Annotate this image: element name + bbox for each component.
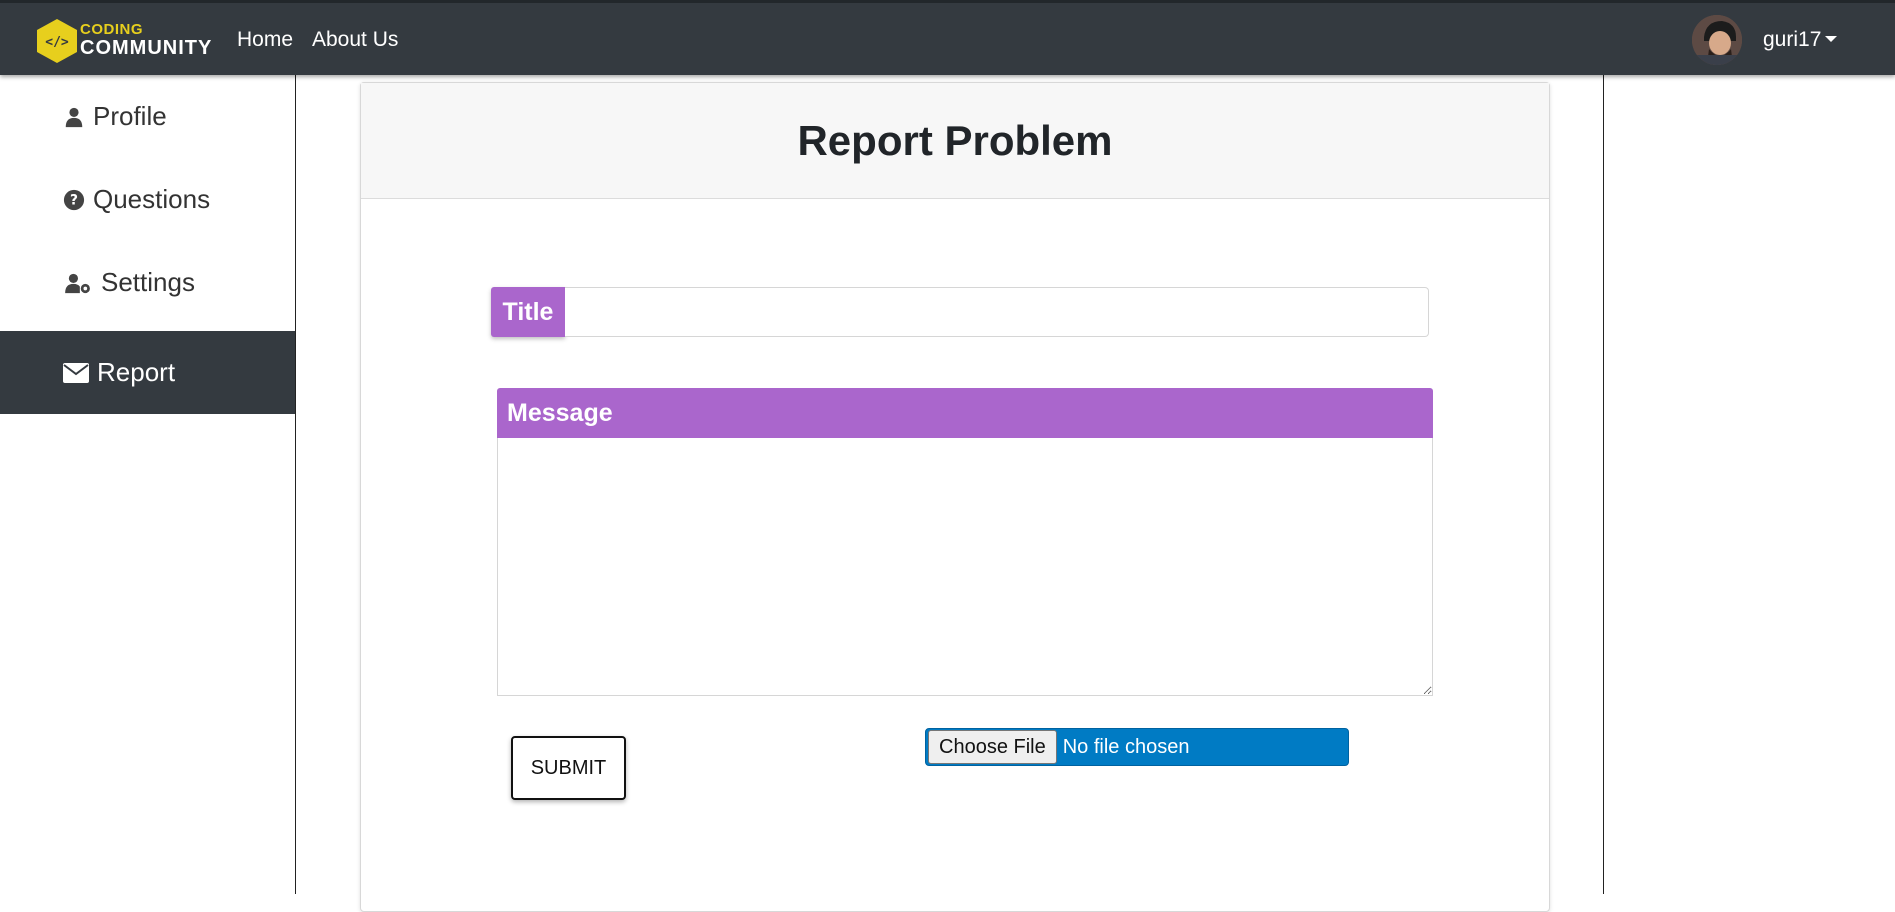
submit-button[interactable]: SUBMIT [511,736,626,800]
sidebar-item-label: Profile [93,101,167,131]
title-field-group: Title [491,287,1429,337]
card-header: Report Problem [361,83,1549,199]
file-upload[interactable]: Choose File No file chosen [925,728,1349,766]
sidebar-item-label: Settings [101,267,195,297]
caret-down-icon [1825,35,1838,42]
username: guri17 [1763,28,1822,51]
sidebar-item-settings[interactable]: Settings [0,241,295,324]
user-avatar-icon [1692,15,1742,65]
user-gear-icon [65,273,90,293]
message-label: Message [497,388,1433,438]
sidebar: Profile ? Questions Settings Report [0,75,296,894]
page-title: Report Problem [797,116,1113,164]
title-input[interactable] [565,287,1429,337]
choose-file-button[interactable]: Choose File [928,730,1057,764]
report-card: Report Problem Title Message SUBMIT Choo… [360,82,1550,912]
message-textarea[interactable] [497,438,1433,696]
avatar[interactable] [1692,15,1742,65]
envelope-icon [63,362,89,383]
sidebar-item-label: Report [97,357,176,387]
svg-text:</>: </> [45,35,69,50]
brand-top-text: CODING [80,21,143,38]
question-circle-icon: ? [63,189,85,210]
user-dropdown[interactable]: guri17 [1763,28,1838,52]
brand-logo[interactable]: </> CODING COMMUNITY [36,16,216,66]
content-divider [1603,75,1604,894]
title-label: Title [491,287,565,337]
sidebar-item-questions[interactable]: ? Questions [0,158,295,241]
code-hexagon-icon: </> [37,19,77,63]
svg-text:?: ? [70,192,78,208]
brand-bottom-text: COMMUNITY [80,37,213,59]
sidebar-item-label: Questions [93,184,211,214]
message-field-group: Message [497,388,1433,696]
nav-about-link[interactable]: About Us [312,28,398,52]
sidebar-item-profile[interactable]: Profile [0,75,295,158]
sidebar-item-report[interactable]: Report [0,331,295,414]
file-status: No file chosen [1062,735,1190,758]
nav-home-link[interactable]: Home [237,28,293,52]
user-icon [65,107,83,127]
top-navbar: </> CODING COMMUNITY Home About Us guri1… [0,0,1895,75]
